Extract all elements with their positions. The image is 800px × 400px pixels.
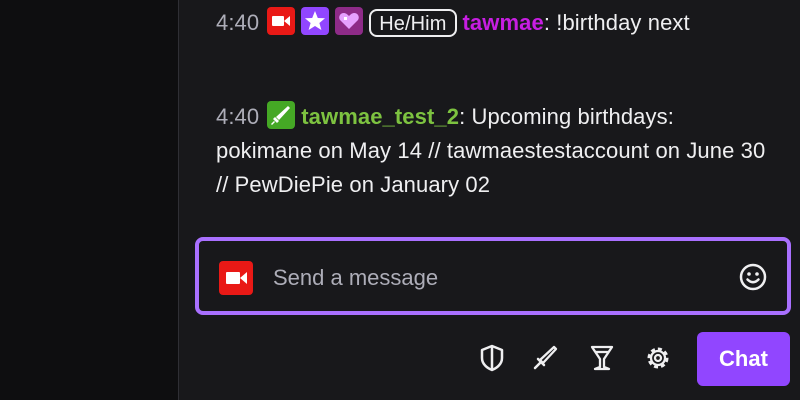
- message-timestamp: 4:40: [216, 104, 260, 129]
- shield-icon[interactable]: [474, 340, 510, 376]
- left-panel: [0, 0, 179, 400]
- chat-message: 4:40 He/Him tawmae: !birthday next: [216, 6, 776, 40]
- goblet-icon[interactable]: [584, 340, 620, 376]
- star-badge-icon[interactable]: [301, 7, 330, 35]
- pronoun-badge: He/Him: [369, 9, 457, 37]
- chat-username[interactable]: tawmae_test_2: [301, 104, 459, 129]
- heart-badge-icon[interactable]: [335, 7, 364, 35]
- chat-username[interactable]: tawmae: [463, 10, 544, 35]
- camera-badge-icon[interactable]: [219, 261, 253, 295]
- message-text: : Upcoming birthdays: pokimane on May 14…: [216, 104, 766, 197]
- message-text: : !birthday next: [543, 10, 690, 35]
- gear-icon[interactable]: [640, 340, 676, 376]
- chat-panel: 4:40 He/Him tawmae: !birthday next 4:40 taw…: [179, 0, 800, 400]
- chat-input[interactable]: [271, 259, 715, 297]
- sword-icon[interactable]: [527, 340, 563, 376]
- chat-input-container[interactable]: [195, 237, 791, 315]
- camera-badge-icon[interactable]: [267, 7, 296, 35]
- chat-send-button[interactable]: Chat: [697, 332, 790, 386]
- chat-message: 4:40 tawmae_test_2: Upcoming birthdays: p…: [216, 100, 776, 202]
- sword-badge-icon[interactable]: [267, 101, 296, 129]
- emoji-picker-icon[interactable]: [737, 261, 769, 293]
- message-timestamp: 4:40: [216, 10, 260, 35]
